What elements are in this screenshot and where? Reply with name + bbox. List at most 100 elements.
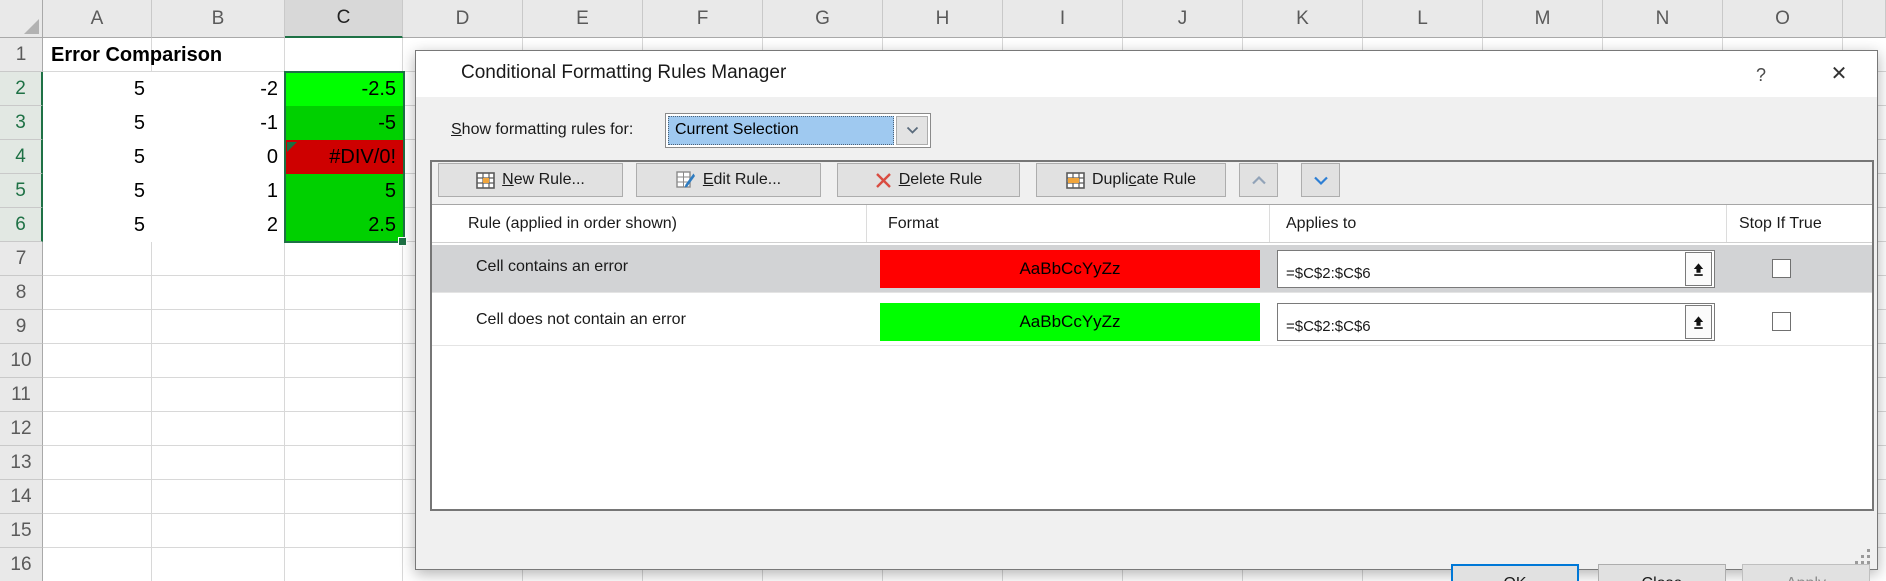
- row-header-4[interactable]: 4: [0, 140, 43, 174]
- row-header-3[interactable]: 3: [0, 106, 43, 140]
- new-rule-button[interactable]: New Rule...: [438, 163, 623, 197]
- rule-row[interactable]: Cell contains an error AaBbCcYyZz: [432, 245, 1872, 293]
- scope-dropdown[interactable]: Current Selection: [665, 113, 931, 148]
- close-button[interactable]: Close: [1598, 564, 1726, 581]
- row-header-13[interactable]: 13: [0, 446, 43, 480]
- stop-if-true-checkbox[interactable]: [1772, 312, 1791, 331]
- select-all-corner[interactable]: [0, 0, 43, 38]
- column-header-format: Format: [888, 205, 939, 242]
- move-rule-up-button[interactable]: [1239, 163, 1278, 197]
- row-header-8[interactable]: 8: [0, 276, 43, 310]
- column-header-H[interactable]: H: [883, 0, 1003, 38]
- column-header-N[interactable]: N: [1603, 0, 1723, 38]
- column-header-G[interactable]: G: [763, 0, 883, 38]
- fill-handle[interactable]: [398, 237, 407, 246]
- format-preview: AaBbCcYyZz: [880, 303, 1260, 341]
- cell-a4[interactable]: 5: [43, 140, 152, 174]
- column-header-applies-to: Applies to: [1286, 205, 1356, 242]
- cell-a1[interactable]: Error Comparison: [43, 38, 343, 72]
- cell-b2[interactable]: -2: [152, 72, 285, 106]
- screen: ABCDEFGHIJKLMNO12345678910111213141516Er…: [0, 0, 1886, 581]
- row-header-16[interactable]: 16: [0, 548, 43, 581]
- column-header-E[interactable]: E: [523, 0, 643, 38]
- conditional-formatting-dialog: Conditional Formatting Rules Manager ? ✕…: [415, 50, 1878, 570]
- cell-b3[interactable]: -1: [152, 106, 285, 140]
- stop-if-true-checkbox[interactable]: [1772, 259, 1791, 278]
- applies-to-input[interactable]: [1277, 250, 1715, 288]
- apply-button[interactable]: Apply: [1742, 564, 1870, 581]
- column-header-O[interactable]: O: [1723, 0, 1843, 38]
- chevron-down-icon[interactable]: [896, 116, 928, 145]
- red-x-icon: [875, 172, 892, 189]
- dialog-body: Show formatting rules for: Current Selec…: [416, 97, 1877, 569]
- row-header-12[interactable]: 12: [0, 412, 43, 446]
- row-header-2[interactable]: 2: [0, 72, 43, 106]
- cell-a3[interactable]: 5: [43, 106, 152, 140]
- header-separator: [866, 205, 867, 242]
- move-rule-down-button[interactable]: [1301, 163, 1340, 197]
- column-header-A[interactable]: A: [43, 0, 152, 38]
- edit-rule-button[interactable]: Edit Rule...: [636, 163, 821, 197]
- table-icon: [1066, 172, 1085, 189]
- row-header-15[interactable]: 15: [0, 514, 43, 548]
- row-header-5[interactable]: 5: [0, 174, 43, 208]
- column-header-B[interactable]: B: [152, 0, 285, 38]
- dialog-title: Conditional Formatting Rules Manager: [461, 62, 786, 84]
- chevron-down-icon: [1313, 175, 1329, 186]
- close-icon[interactable]: ✕: [1821, 59, 1857, 89]
- row-header-11[interactable]: 11: [0, 378, 43, 412]
- column-header-L[interactable]: L: [1363, 0, 1483, 38]
- column-header-J[interactable]: J: [1123, 0, 1243, 38]
- up-arrow-icon: [1691, 262, 1706, 277]
- dialog-titlebar[interactable]: Conditional Formatting Rules Manager ? ✕: [416, 51, 1877, 97]
- cell-a6[interactable]: 5: [43, 208, 152, 242]
- cell-c2[interactable]: -2.5: [285, 72, 403, 106]
- cell-c4[interactable]: #DIV/0!: [285, 140, 403, 174]
- rule-name: Cell contains an error: [476, 258, 628, 276]
- cell-c6[interactable]: 2.5: [285, 208, 403, 242]
- collapse-dialog-button[interactable]: [1685, 305, 1712, 339]
- column-header-I[interactable]: I: [1003, 0, 1123, 38]
- applies-to-input[interactable]: [1277, 303, 1715, 341]
- column-header-D[interactable]: D: [403, 0, 523, 38]
- column-header-M[interactable]: M: [1483, 0, 1603, 38]
- cell-c5[interactable]: 5: [285, 174, 403, 208]
- rules-panel: New Rule... Edit Rule... Delete Rule Dup…: [430, 160, 1874, 511]
- cell-b4[interactable]: 0: [152, 140, 285, 174]
- new-rule-label: New Rule...: [502, 171, 585, 189]
- cell-a5[interactable]: 5: [43, 174, 152, 208]
- column-header-partial[interactable]: [1843, 0, 1886, 38]
- cell-a2[interactable]: 5: [43, 72, 152, 106]
- column-header-C[interactable]: C: [285, 0, 403, 38]
- rule-row[interactable]: Cell does not contain an error AaBbCcYyZ…: [432, 298, 1872, 346]
- chevron-up-icon: [1251, 175, 1267, 186]
- column-header-rule: Rule (applied in order shown): [468, 205, 677, 242]
- collapse-dialog-button[interactable]: [1685, 252, 1712, 286]
- row-header-10[interactable]: 10: [0, 344, 43, 378]
- row-header-1[interactable]: 1: [0, 38, 43, 72]
- delete-rule-label: Delete Rule: [899, 171, 983, 189]
- ok-button[interactable]: OK: [1451, 564, 1579, 581]
- column-header-stop-if-true: Stop If True: [1739, 205, 1822, 242]
- up-arrow-icon: [1691, 315, 1706, 330]
- header-separator: [1269, 205, 1270, 242]
- delete-rule-button[interactable]: Delete Rule: [837, 163, 1020, 197]
- cell-c3[interactable]: -5: [285, 106, 403, 140]
- resize-grip[interactable]: [1854, 548, 1870, 564]
- rules-list: Rule (applied in order shown) Format App…: [432, 204, 1872, 509]
- help-icon[interactable]: ?: [1746, 61, 1776, 89]
- cell-b5[interactable]: 1: [152, 174, 285, 208]
- row-header-6[interactable]: 6: [0, 208, 43, 242]
- column-header-K[interactable]: K: [1243, 0, 1363, 38]
- duplicate-rule-label: Duplicate Rule: [1092, 171, 1196, 189]
- column-header-F[interactable]: F: [643, 0, 763, 38]
- row-header-14[interactable]: 14: [0, 480, 43, 514]
- cell-b6[interactable]: 2: [152, 208, 285, 242]
- row-header-7[interactable]: 7: [0, 242, 43, 276]
- duplicate-rule-button[interactable]: Duplicate Rule: [1036, 163, 1226, 197]
- edit-rule-label: Edit Rule...: [703, 171, 781, 189]
- header-separator: [1726, 205, 1727, 242]
- edit-pencil-icon: [676, 171, 696, 189]
- format-preview: AaBbCcYyZz: [880, 250, 1260, 288]
- row-header-9[interactable]: 9: [0, 310, 43, 344]
